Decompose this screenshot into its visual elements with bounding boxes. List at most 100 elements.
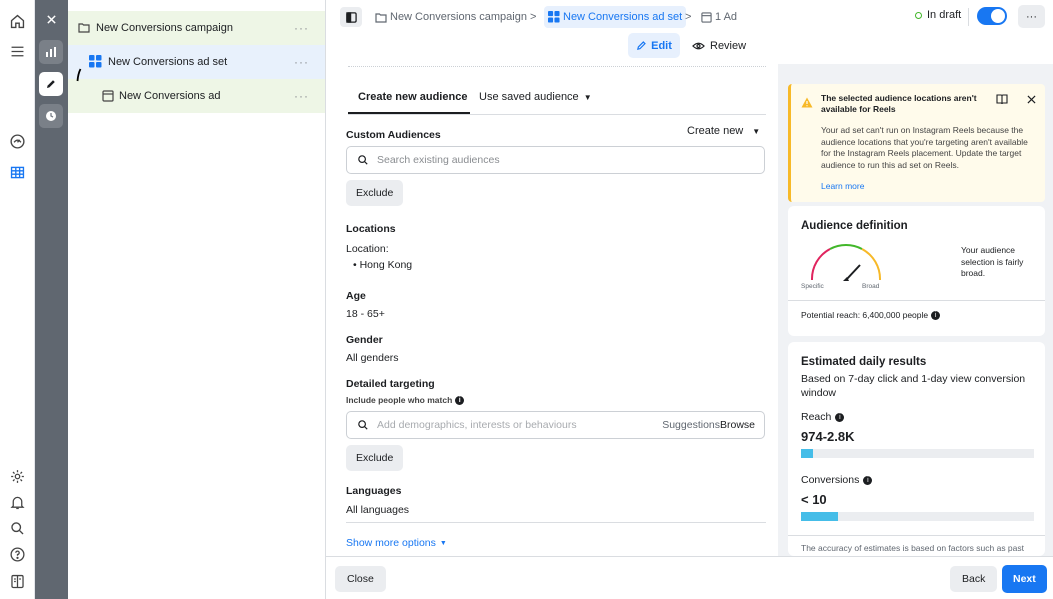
- audience-definition-card: Audience definition Specific Broad Your …: [788, 206, 1045, 336]
- info-icon[interactable]: i: [835, 412, 845, 422]
- settings-icon[interactable]: [6, 465, 28, 487]
- conversions-value: < 10: [801, 492, 827, 507]
- structure-tree: New Conversions campaign ··· New Convers…: [68, 0, 326, 599]
- status-dot-icon: [915, 11, 922, 19]
- more-options-icon[interactable]: ···: [294, 89, 309, 103]
- breadcrumb-adset-label: New Conversions ad set: [563, 11, 683, 23]
- bar-chart-icon: [46, 47, 56, 57]
- close-panel-button[interactable]: [39, 7, 63, 31]
- tree-item-adset[interactable]: New Conversions ad set ···: [68, 45, 325, 79]
- card-divider: [788, 300, 1045, 301]
- potential-reach: Potential reach: 6,400,000 people i: [801, 310, 941, 320]
- reels-warning-card: The selected audience locations aren't a…: [788, 84, 1045, 202]
- adset-grid-icon: [548, 11, 560, 23]
- bell-icon[interactable]: [6, 491, 28, 513]
- languages-value: All languages: [346, 504, 410, 516]
- edit-tab[interactable]: Edit: [628, 33, 680, 58]
- learn-more-link[interactable]: Learn more: [821, 181, 864, 191]
- card-divider: [788, 535, 1045, 536]
- sidebar-icon: [345, 11, 357, 23]
- potential-reach-label: Potential reach: 6,400,000 people: [801, 310, 929, 320]
- detailed-targeting-search[interactable]: Add demographics, interests or behaviour…: [346, 411, 765, 439]
- pencil-icon: [637, 41, 646, 50]
- estimated-results-title: Estimated daily results: [801, 356, 927, 368]
- overview-button[interactable]: [39, 40, 63, 64]
- search-icon[interactable]: [6, 517, 28, 539]
- back-button[interactable]: Back: [950, 566, 998, 592]
- search-placeholder: Search existing audiences: [377, 154, 500, 166]
- show-more-options-link[interactable]: Show more options ▼: [346, 537, 447, 549]
- pencil-icon: [47, 80, 55, 88]
- create-new-dropdown[interactable]: Create new ▼: [687, 125, 760, 137]
- campaign-toggle[interactable]: [977, 7, 1007, 25]
- top-bar: New Conversions campaign > New Conversio…: [326, 0, 1053, 64]
- custom-audience-search[interactable]: Search existing audiences: [346, 146, 765, 174]
- audience-definition-title: Audience definition: [801, 220, 908, 232]
- exclude-targeting-button[interactable]: Exclude: [346, 445, 404, 471]
- toggle-knob: [991, 9, 1005, 23]
- menu-icon[interactable]: [6, 40, 28, 62]
- tree-label-campaign: New Conversions campaign: [96, 22, 233, 34]
- reach-label: Reach: [801, 411, 832, 423]
- draft-status: In draft: [915, 9, 961, 21]
- home-icon[interactable]: [6, 10, 28, 32]
- close-icon: [46, 14, 56, 24]
- folder-icon: [375, 12, 387, 23]
- help-icon[interactable]: [6, 543, 28, 565]
- gauge-broad-label: Broad: [862, 283, 880, 290]
- search-icon: [358, 420, 368, 430]
- suggestions-link[interactable]: Suggestions: [662, 419, 720, 431]
- audience-breadth-text: Your audience selection is fairly broad.: [961, 245, 1024, 278]
- tab-saved-audience[interactable]: Use saved audience ▼: [479, 91, 592, 103]
- exclude-audience-button[interactable]: Exclude: [346, 180, 404, 206]
- close-button[interactable]: Close: [335, 566, 386, 592]
- history-button[interactable]: [39, 104, 63, 128]
- right-column: The selected audience locations aren't a…: [778, 64, 1053, 556]
- breadcrumb-campaign[interactable]: New Conversions campaign: [375, 6, 527, 28]
- more-options-icon[interactable]: ···: [294, 55, 309, 69]
- detailed-sub-label: Include people who match: [346, 395, 453, 405]
- ad-icon: [102, 90, 114, 102]
- tree-item-ad[interactable]: New Conversions ad ···: [68, 79, 325, 113]
- search-icon: [358, 155, 368, 165]
- eye-icon: [692, 42, 705, 49]
- estimated-results-subtitle: Based on 7-day click and 1-day view conv…: [801, 373, 1026, 399]
- warning-icon: [801, 97, 813, 108]
- info-icon[interactable]: i: [455, 395, 465, 405]
- detailed-placeholder: Add demographics, interests or behaviour…: [377, 419, 577, 431]
- reports-icon[interactable]: [6, 570, 28, 592]
- scroll-edge: [348, 66, 766, 68]
- breadcrumb-ad[interactable]: 1 Ad: [701, 6, 737, 28]
- edit-mode-button[interactable]: [39, 72, 63, 96]
- caret-down-icon: ▼: [752, 126, 761, 136]
- info-icon[interactable]: i: [863, 475, 873, 485]
- breadcrumb-campaign-label: New Conversions campaign: [390, 11, 527, 23]
- breadcrumb-adset[interactable]: New Conversions ad set: [544, 6, 687, 28]
- custom-audiences-label: Custom Audiences: [346, 129, 441, 141]
- dashboard-icon[interactable]: [6, 130, 28, 152]
- more-options-icon[interactable]: ···: [294, 21, 309, 35]
- review-tab-label: Review: [710, 39, 747, 52]
- estimates-footnote: The accuracy of estimates is based on fa…: [801, 543, 1024, 553]
- browse-link[interactable]: Browse: [720, 419, 755, 431]
- close-icon[interactable]: [1027, 95, 1036, 104]
- ad-icon: [701, 11, 712, 23]
- location-value: • Hong Kong: [353, 259, 413, 271]
- reach-bar-fill: [801, 449, 813, 458]
- caret-down-icon: ▼: [439, 539, 447, 547]
- locations-label: Locations: [346, 223, 396, 235]
- tab-create-audience[interactable]: Create new audience: [358, 91, 467, 103]
- next-button[interactable]: Next: [1002, 565, 1047, 593]
- review-tab[interactable]: Review: [692, 33, 746, 58]
- breadcrumb-separator: >: [530, 11, 537, 23]
- toggle-sidebar-button[interactable]: [340, 7, 362, 27]
- tree-item-campaign[interactable]: New Conversions campaign ···: [68, 11, 325, 45]
- languages-label: Languages: [346, 485, 402, 497]
- table-icon[interactable]: [6, 161, 28, 183]
- book-icon[interactable]: [996, 94, 1008, 105]
- clock-icon: [46, 111, 56, 121]
- conversions-bar-fill: [801, 512, 839, 521]
- info-icon[interactable]: i: [931, 310, 941, 320]
- more-button[interactable]: ···: [1018, 5, 1045, 28]
- adset-grid-icon: [89, 55, 102, 68]
